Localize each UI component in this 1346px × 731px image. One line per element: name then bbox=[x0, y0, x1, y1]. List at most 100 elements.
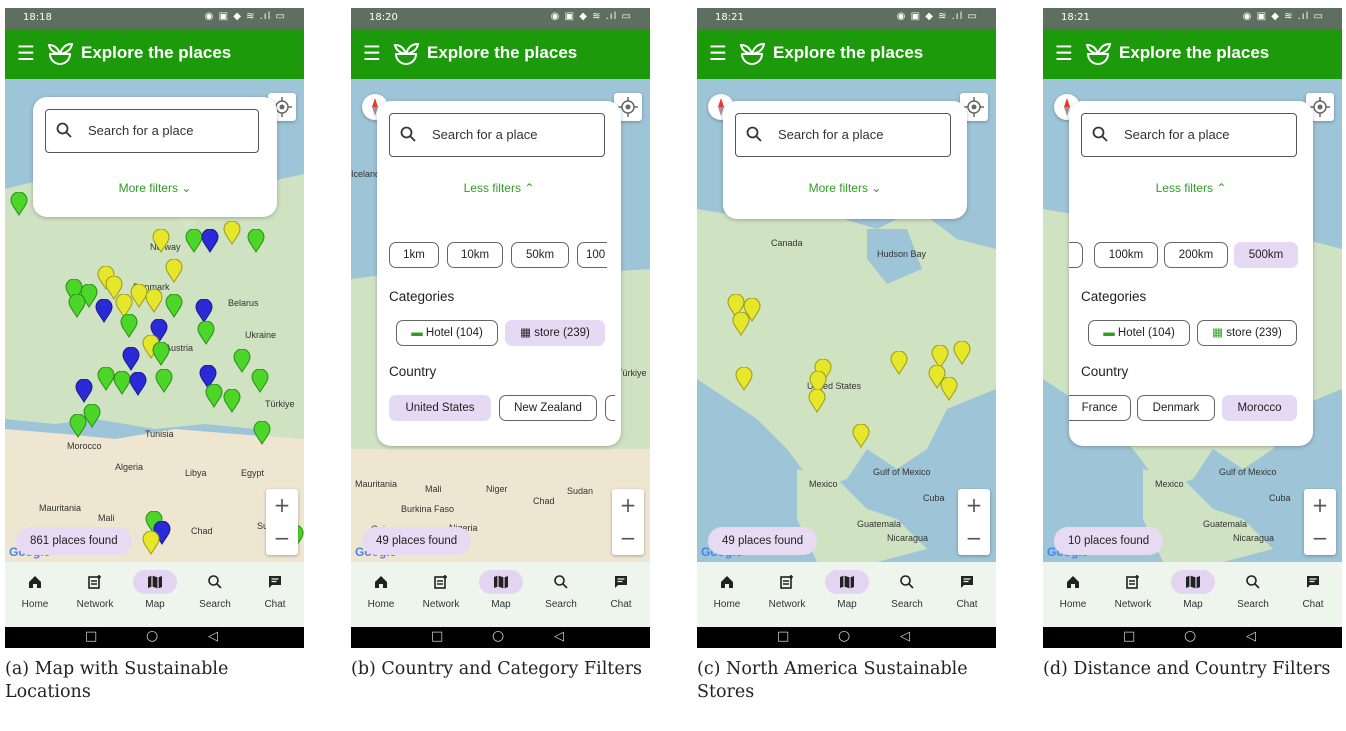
recents-button[interactable]: □ bbox=[85, 629, 97, 644]
less-filters-toggle[interactable]: Less filters ⌃ bbox=[377, 181, 621, 195]
zoom-in-button[interactable]: + bbox=[1304, 489, 1336, 522]
map-view[interactable]: Iceland Mauritania Mali Niger Chad Sudan… bbox=[351, 79, 650, 562]
nav-item-network[interactable]: Network bbox=[757, 570, 817, 610]
map-pin[interactable] bbox=[10, 192, 28, 216]
map-pin[interactable] bbox=[145, 289, 163, 313]
back-button[interactable]: ◁ bbox=[1246, 629, 1256, 644]
menu-icon[interactable]: ☰ bbox=[17, 41, 35, 65]
search-input[interactable]: Search for a place bbox=[45, 109, 259, 153]
map-pin[interactable] bbox=[197, 321, 215, 345]
map-pin[interactable] bbox=[233, 349, 251, 373]
nav-item-home[interactable]: Home bbox=[5, 570, 65, 610]
map-pin[interactable] bbox=[152, 342, 170, 366]
distance-chip-1km[interactable]: 1km bbox=[389, 242, 439, 268]
map-view[interactable]: Canada Hudson Bay United States Mexico G… bbox=[697, 79, 996, 562]
nav-item-home[interactable]: Home bbox=[697, 570, 757, 610]
map-pin[interactable] bbox=[808, 389, 826, 413]
map-pin[interactable] bbox=[142, 531, 160, 555]
zoom-in-button[interactable]: + bbox=[612, 489, 644, 522]
map-pin[interactable] bbox=[152, 229, 170, 253]
map-view[interactable]: Belarus Ukraine Austria Türkiye Tunisia … bbox=[5, 79, 304, 562]
zoom-out-button[interactable]: − bbox=[1304, 522, 1336, 555]
country-chip-new-zealand[interactable]: New Zealand bbox=[499, 395, 597, 421]
category-chip-hotel[interactable]: ▬ Hotel (104) bbox=[396, 320, 498, 346]
country-chip-france[interactable]: France bbox=[1069, 395, 1131, 421]
nav-item-map[interactable]: Map bbox=[817, 570, 877, 610]
menu-icon[interactable]: ☰ bbox=[1055, 41, 1073, 65]
nav-item-chat[interactable]: Chat bbox=[1283, 570, 1342, 610]
search-input[interactable]: Search for a place bbox=[1081, 113, 1297, 157]
more-filters-toggle[interactable]: More filters ⌄ bbox=[723, 181, 967, 195]
map-pin[interactable] bbox=[953, 341, 971, 365]
map-pin[interactable] bbox=[129, 372, 147, 396]
zoom-in-button[interactable]: + bbox=[266, 489, 298, 522]
zoom-out-button[interactable]: − bbox=[958, 522, 990, 555]
nav-item-search[interactable]: Search bbox=[1223, 570, 1283, 610]
category-chip-hotel[interactable]: ▬ Hotel (104) bbox=[1088, 320, 1190, 346]
map-pin[interactable] bbox=[253, 421, 271, 445]
search-input[interactable]: Search for a place bbox=[389, 113, 605, 157]
map-pin[interactable] bbox=[223, 221, 241, 245]
nav-item-network[interactable]: Network bbox=[65, 570, 125, 610]
nav-item-chat[interactable]: Chat bbox=[937, 570, 996, 610]
map-pin[interactable] bbox=[201, 229, 219, 253]
nav-item-home[interactable]: Home bbox=[1043, 570, 1103, 610]
nav-item-search[interactable]: Search bbox=[877, 570, 937, 610]
country-chip-more[interactable] bbox=[605, 395, 615, 421]
map-pin[interactable] bbox=[852, 424, 870, 448]
nav-item-search[interactable]: Search bbox=[185, 570, 245, 610]
map-pin[interactable] bbox=[735, 367, 753, 391]
back-button[interactable]: ◁ bbox=[208, 629, 218, 644]
nav-item-home[interactable]: Home bbox=[351, 570, 411, 610]
category-chip-store[interactable]: ▦ store (239) bbox=[1197, 320, 1297, 346]
home-system-button[interactable]: ○ bbox=[1184, 628, 1196, 644]
map-pin[interactable] bbox=[68, 294, 86, 318]
map-pin[interactable] bbox=[155, 369, 173, 393]
map-pin[interactable] bbox=[890, 351, 908, 375]
search-input[interactable]: Search for a place bbox=[735, 113, 951, 157]
home-system-button[interactable]: ○ bbox=[492, 628, 504, 644]
map-pin[interactable] bbox=[195, 299, 213, 323]
map-pin[interactable] bbox=[69, 414, 87, 438]
map-pin[interactable] bbox=[247, 229, 265, 253]
distance-chip-10km[interactable]: 10km bbox=[447, 242, 503, 268]
nav-item-map[interactable]: Map bbox=[125, 570, 185, 610]
distance-chip-more[interactable] bbox=[1069, 242, 1083, 268]
map-view[interactable]: Mexico Gulf of Mexico Cuba Guatemala Nic… bbox=[1043, 79, 1342, 562]
back-button[interactable]: ◁ bbox=[900, 629, 910, 644]
back-button[interactable]: ◁ bbox=[554, 629, 564, 644]
distance-chip-200km[interactable]: 200km bbox=[1164, 242, 1228, 268]
category-chip-store[interactable]: ▦ store (239) bbox=[505, 320, 605, 346]
recents-button[interactable]: □ bbox=[777, 629, 789, 644]
more-filters-toggle[interactable]: More filters ⌄ bbox=[33, 181, 277, 195]
country-chip-morocco[interactable]: Morocco bbox=[1222, 395, 1297, 421]
recents-button[interactable]: □ bbox=[1123, 629, 1135, 644]
nav-item-chat[interactable]: Chat bbox=[591, 570, 650, 610]
recents-button[interactable]: □ bbox=[431, 629, 443, 644]
home-system-button[interactable]: ○ bbox=[838, 628, 850, 644]
distance-chip-500km[interactable]: 500km bbox=[1234, 242, 1298, 268]
map-pin[interactable] bbox=[205, 384, 223, 408]
map-pin[interactable] bbox=[940, 377, 958, 401]
nav-item-network[interactable]: Network bbox=[411, 570, 471, 610]
map-pin[interactable] bbox=[120, 314, 138, 338]
map-pin[interactable] bbox=[95, 299, 113, 323]
distance-chip-100km[interactable]: 100 bbox=[577, 242, 607, 268]
map-pin[interactable] bbox=[75, 379, 93, 403]
zoom-in-button[interactable]: + bbox=[958, 489, 990, 522]
nav-item-network[interactable]: Network bbox=[1103, 570, 1163, 610]
country-chip-denmark[interactable]: Denmark bbox=[1137, 395, 1215, 421]
distance-chip-100km[interactable]: 100km bbox=[1094, 242, 1158, 268]
menu-icon[interactable]: ☰ bbox=[363, 41, 381, 65]
less-filters-toggle[interactable]: Less filters ⌃ bbox=[1069, 181, 1313, 195]
menu-icon[interactable]: ☰ bbox=[709, 41, 727, 65]
nav-item-search[interactable]: Search bbox=[531, 570, 591, 610]
map-pin[interactable] bbox=[122, 347, 140, 371]
nav-item-chat[interactable]: Chat bbox=[245, 570, 304, 610]
map-pin[interactable] bbox=[732, 312, 750, 336]
nav-item-map[interactable]: Map bbox=[471, 570, 531, 610]
country-chip-united-states[interactable]: United States bbox=[389, 395, 491, 421]
map-pin[interactable] bbox=[223, 389, 241, 413]
nav-item-map[interactable]: Map bbox=[1163, 570, 1223, 610]
zoom-out-button[interactable]: − bbox=[612, 522, 644, 555]
